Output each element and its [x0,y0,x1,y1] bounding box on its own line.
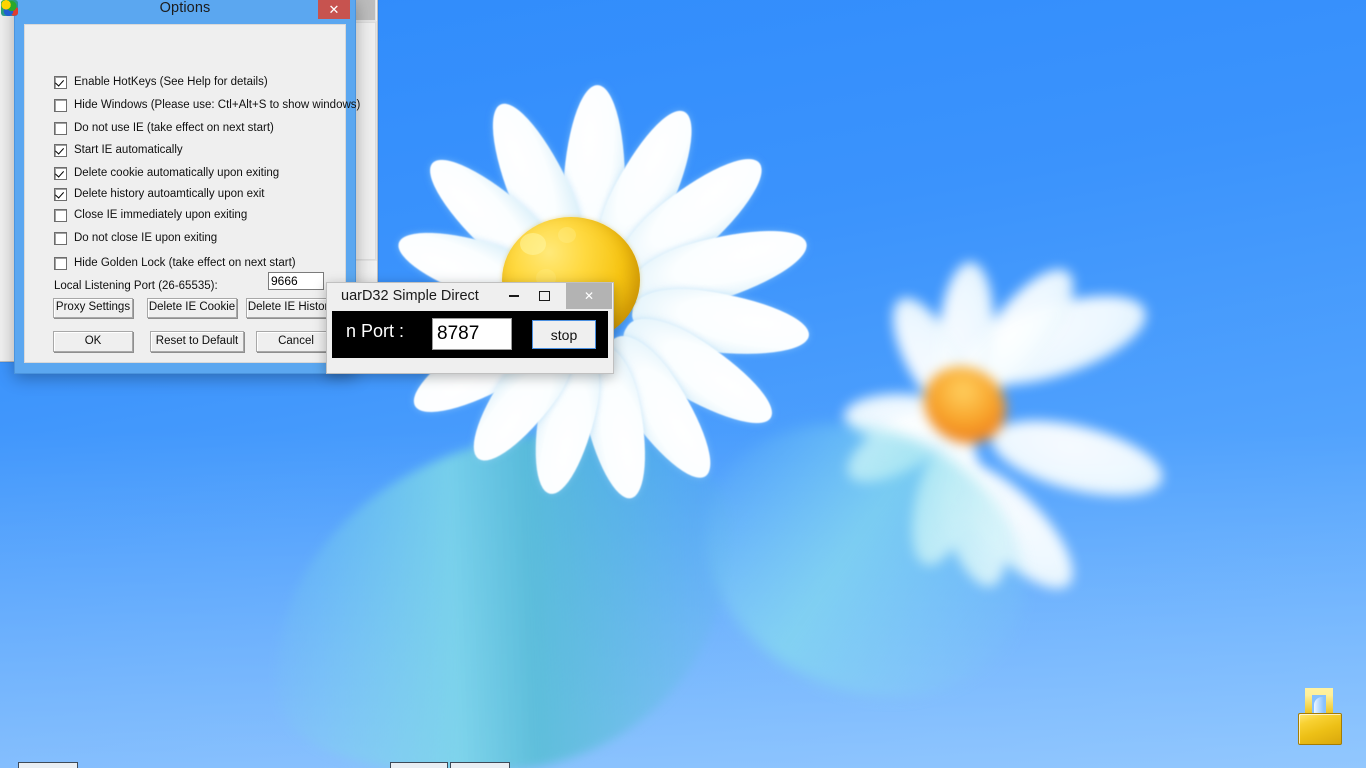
checkbox-row-enable-hotkeys[interactable]: Enable HotKeys (See Help for details) [54,73,268,91]
guard32-window[interactable]: uarD32 Simple Direct ✕ n Port : stop [326,282,614,374]
checkbox-row-hide-golden-lock[interactable]: Hide Golden Lock (take effect on next st… [54,254,296,272]
reset-to-default-button[interactable]: Reset to Default [150,331,244,352]
guard32-titlebar[interactable]: uarD32 Simple Direct ✕ [327,283,613,311]
options-dialog-body: Enable HotKeys (See Help for details) Hi… [24,24,360,363]
checkbox-do-not-use-ie[interactable] [54,121,67,135]
checkbox-delete-history[interactable] [54,187,67,201]
options-dialog[interactable]: Options ✕ Enable HotKeys (See Help for d… [1,0,360,374]
guard32-port-input[interactable] [432,318,512,350]
checkbox-label: Do not close IE upon exiting [74,232,218,244]
delete-ie-history-button[interactable]: Delete IE History [246,298,336,318]
maximize-icon[interactable] [529,283,560,309]
checkbox-row-do-not-close-ie[interactable]: Do not close IE upon exiting [54,229,217,247]
checkbox-label: Do not use IE (take effect on next start… [74,122,274,134]
checkbox-label: Delete cookie automatically upon exiting [74,167,280,179]
taskbar-button[interactable] [390,762,448,768]
options-title: Options [159,0,211,16]
checkbox-label: Enable HotKeys (See Help for details) [74,76,268,88]
proxy-settings-button[interactable]: Proxy Settings [53,298,133,318]
checkbox-start-ie-automatically[interactable] [54,143,67,157]
local-listening-port-label: Local Listening Port (26-65535): [54,280,218,292]
ok-button[interactable]: OK [53,331,133,352]
guard32-content: n Port : stop [332,311,608,358]
checkbox-do-not-close-ie[interactable] [54,231,67,245]
checkbox-label: Hide Golden Lock (take effect on next st… [74,257,296,269]
minimize-icon[interactable] [498,283,529,309]
local-listening-port-input[interactable] [268,272,324,290]
checkbox-label: Start IE automatically [74,144,183,156]
checkbox-row-hide-windows[interactable]: Hide Windows (Please use: Ctl+Alt+S to s… [54,96,360,114]
stop-button[interactable]: stop [532,320,596,349]
delete-ie-cookie-button[interactable]: Delete IE Cookie [147,298,237,318]
checkbox-label: Close IE immediately upon exiting [74,209,248,221]
checkbox-label: Delete history autoamtically upon exit [74,188,265,200]
checkbox-label: Hide Windows (Please use: Ctl+Alt+S to s… [74,99,361,111]
taskbar-button[interactable] [18,762,78,768]
close-icon[interactable]: ✕ [318,0,350,19]
options-titlebar[interactable]: Options ✕ [1,0,355,22]
checkbox-row-delete-cookie[interactable]: Delete cookie automatically upon exiting [54,164,279,182]
checkbox-row-delete-history[interactable]: Delete history autoamtically upon exit [54,185,265,203]
checkbox-row-start-ie-automatically[interactable]: Start IE automatically [54,141,183,159]
background-window-titlebar-strip [356,0,375,20]
desktop-wallpaper[interactable]: Options ✕ Enable HotKeys (See Help for d… [0,0,1366,768]
lock-body [1298,713,1342,745]
checkbox-row-do-not-use-ie[interactable]: Do not use IE (take effect on next start… [54,119,274,137]
taskbar-button[interactable] [450,762,510,768]
checkbox-delete-cookie[interactable] [54,166,67,180]
checkbox-enable-hotkeys[interactable] [54,75,67,89]
cancel-button[interactable]: Cancel [256,331,336,352]
checkbox-close-ie-immediately[interactable] [54,208,67,222]
golden-lock-icon[interactable] [1296,688,1342,746]
checkbox-row-close-ie-immediately[interactable]: Close IE immediately upon exiting [54,206,247,224]
checkbox-hide-windows[interactable] [54,98,67,112]
guard32-port-label: n Port : [346,321,405,341]
taskbar[interactable] [0,762,1366,768]
close-icon[interactable]: ✕ [566,283,612,309]
guard32-title: uarD32 Simple Direct [341,288,479,304]
checkbox-hide-golden-lock[interactable] [54,256,67,270]
